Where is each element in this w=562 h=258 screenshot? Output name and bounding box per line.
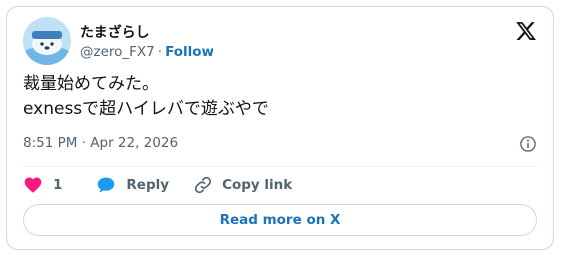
post-text-line-1: 裁量始めてみた。 bbox=[23, 74, 159, 94]
reply-button[interactable]: Reply bbox=[96, 175, 169, 195]
action-bar: 1 Reply Copy link bbox=[23, 175, 292, 195]
author-handle[interactable]: @zero_FX7 bbox=[80, 44, 155, 60]
copy-link-button[interactable]: Copy link bbox=[193, 175, 292, 195]
seal-avatar-icon bbox=[23, 17, 71, 65]
post-text-line-2: exnessで超ハイレバで遊ぶやで bbox=[23, 99, 269, 119]
separator-dot: · bbox=[157, 44, 163, 60]
follow-button[interactable]: Follow bbox=[165, 44, 214, 60]
author-meta: @zero_FX7 · Follow bbox=[80, 44, 214, 60]
copy-link-label: Copy link bbox=[222, 177, 293, 193]
info-icon[interactable] bbox=[519, 135, 537, 153]
link-icon bbox=[194, 176, 212, 194]
like-count: 1 bbox=[53, 177, 63, 193]
like-button[interactable]: 1 bbox=[23, 175, 62, 195]
post-text: 裁量始めてみた。 exnessで超ハイレバで遊ぶやで bbox=[23, 72, 269, 122]
heart-icon bbox=[24, 177, 42, 193]
read-more-button[interactable]: Read more on X bbox=[23, 204, 537, 236]
reply-bubble-icon bbox=[98, 177, 115, 193]
post-timestamp[interactable]: 8:51 PM · Apr 22, 2026 bbox=[23, 135, 178, 151]
post-card: たまざらし @zero_FX7 · Follow 裁量始めてみた。 exnessで超… bbox=[6, 6, 554, 250]
reply-label: Reply bbox=[126, 177, 170, 193]
avatar[interactable] bbox=[23, 17, 71, 65]
divider bbox=[23, 166, 537, 167]
author-display-name[interactable]: たまざらし bbox=[80, 22, 150, 42]
x-logo-icon[interactable] bbox=[515, 20, 537, 42]
